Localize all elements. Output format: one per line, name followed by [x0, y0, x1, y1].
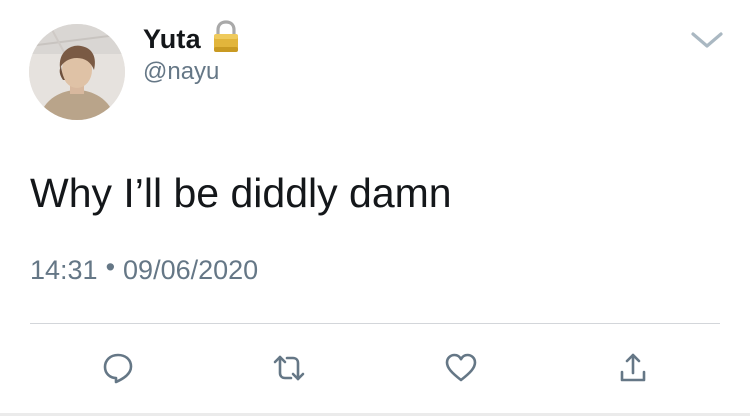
retweet-icon[interactable] [272, 351, 306, 385]
divider [30, 323, 720, 324]
chevron-down-icon[interactable] [690, 30, 724, 50]
tweet-text: Why I’ll be diddly damn [30, 170, 452, 216]
tweet-date: 09/06/2020 [123, 255, 259, 285]
lock-icon [213, 20, 238, 52]
tweet-timestamp[interactable]: 14:31 • 09/06/2020 [30, 252, 259, 286]
reply-bubble-icon[interactable] [101, 351, 135, 385]
avatar[interactable] [29, 24, 125, 120]
heart-icon[interactable] [444, 351, 478, 385]
share-upload-icon[interactable] [616, 351, 650, 385]
avatar-photo [29, 24, 125, 120]
tweet-time: 14:31 [30, 255, 98, 285]
tweet-card: Yuta @nayu Why I’ll be diddly damn 14:31… [0, 0, 750, 416]
display-name[interactable]: Yuta [143, 24, 201, 55]
author-handle[interactable]: @nayu [143, 58, 219, 86]
author-name-row: Yuta [143, 20, 241, 56]
separator-dot: • [105, 252, 116, 282]
